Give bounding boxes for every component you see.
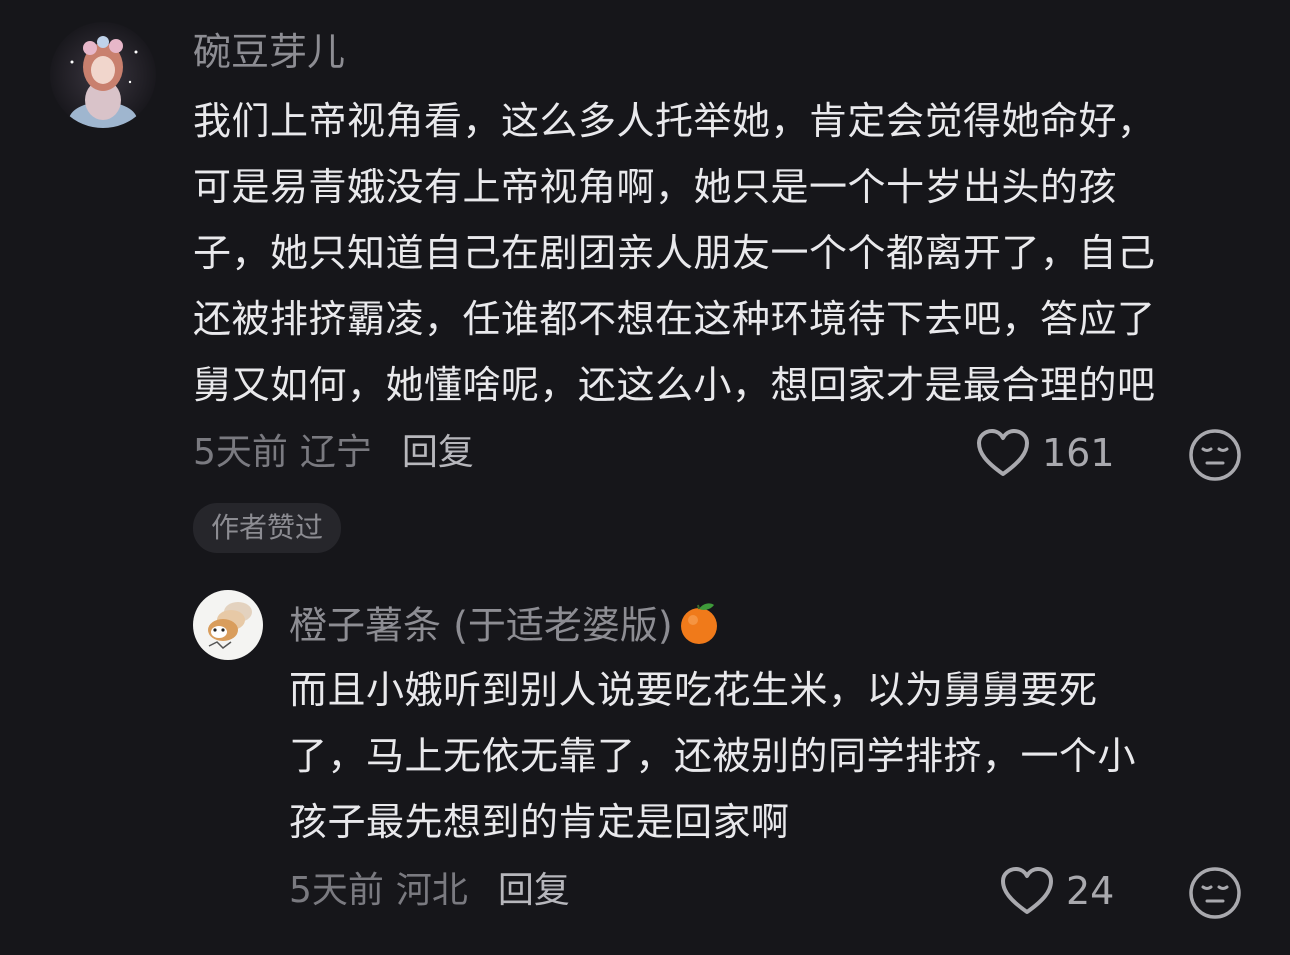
orange-emoji-icon bbox=[677, 600, 721, 656]
like-count: 161 bbox=[1042, 431, 1115, 475]
like-count: 24 bbox=[1066, 869, 1115, 913]
avatar[interactable] bbox=[193, 590, 263, 660]
username-text: 橙子薯条 (于适老婆版) bbox=[289, 603, 673, 648]
avatar[interactable] bbox=[50, 22, 156, 128]
timestamp: 5天前 bbox=[193, 432, 288, 473]
meh-face-icon bbox=[1188, 867, 1242, 924]
reply-button[interactable]: 回复 bbox=[402, 432, 474, 473]
reply-meta: 5天前 河北 回复 bbox=[289, 869, 570, 913]
comment-text-line: 我们上帝视角看，这么多人托举她，肯定会觉得她命好， bbox=[193, 99, 1156, 143]
reply-text-line: 了，马上无依无靠了，还被别的同学排挤，一个小 bbox=[289, 734, 1137, 778]
author-liked-badge: 作者赞过 bbox=[193, 503, 342, 553]
reply-text[interactable]: 而且小娥听到别人说要吃花生米，以为舅舅要死 了，马上无依无靠了，还被别的同学排挤… bbox=[289, 657, 1136, 855]
username[interactable]: 橙子薯条 (于适老婆版) bbox=[289, 600, 721, 656]
comment-text-line: 子，她只知道自己在剧团亲人朋友一个个都离开了，自己 bbox=[193, 231, 1156, 275]
reply-button[interactable]: 回复 bbox=[498, 870, 570, 911]
location: 河北 bbox=[395, 870, 468, 911]
comment-text-line: 还被排挤霸凌，任谁都不想在这种环境待下去吧，答应了 bbox=[193, 297, 1156, 341]
heart-outline-icon bbox=[976, 428, 1030, 478]
comment-text-line: 舅又如何，她懂啥呢，还这么小，想回家才是最合理的吧 bbox=[193, 363, 1156, 407]
meh-face-icon bbox=[1188, 429, 1242, 486]
like-button[interactable]: 24 bbox=[1000, 866, 1114, 916]
comment-text-line: 可是易青娥没有上帝视角啊，她只是一个十岁出头的孩 bbox=[193, 165, 1118, 209]
heart-outline-icon bbox=[1000, 866, 1054, 916]
location: 辽宁 bbox=[299, 432, 372, 473]
reply-text-line: 孩子最先想到的肯定是回家啊 bbox=[289, 800, 790, 844]
timestamp: 5天前 bbox=[289, 870, 384, 911]
dislike-button[interactable] bbox=[1188, 428, 1242, 486]
reply-text-line: 而且小娥听到别人说要吃花生米，以为舅舅要死 bbox=[289, 668, 1098, 712]
dislike-button[interactable] bbox=[1188, 866, 1242, 924]
username[interactable]: 碗豆芽儿 bbox=[193, 29, 345, 75]
like-button[interactable]: 161 bbox=[976, 428, 1115, 478]
comment-text[interactable]: 我们上帝视角看，这么多人托举她，肯定会觉得她命好， 可是易青娥没有上帝视角啊，她… bbox=[193, 88, 1156, 418]
comment-meta: 5天前 辽宁 回复 bbox=[193, 431, 474, 475]
